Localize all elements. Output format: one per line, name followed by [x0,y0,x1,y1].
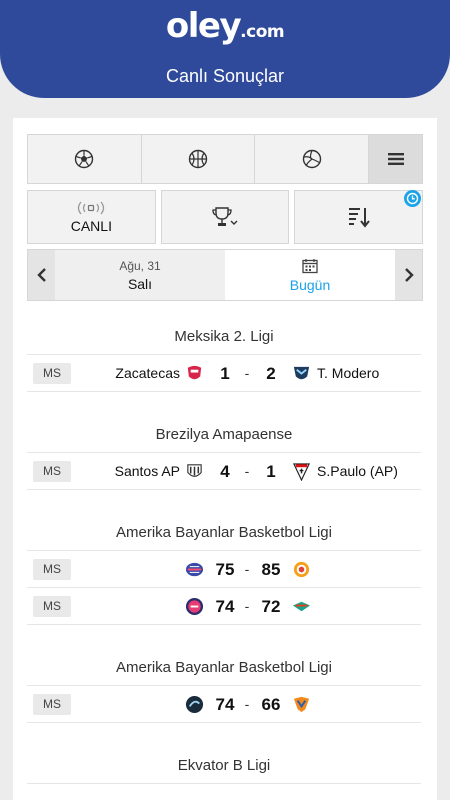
previous-day-name: Salı [127,275,153,292]
clock-badge [404,190,422,207]
today-tab[interactable]: Bugün [225,250,395,300]
tab-volleyball[interactable] [255,135,370,183]
league-section: Amerika Bayanlar Basketbol Ligi MS 75 - … [27,515,421,625]
chevron-right-icon [404,268,414,282]
tab-basketball[interactable] [141,135,256,183]
hamburger-menu-icon [387,153,404,165]
filter-toolbar: CANLI [27,190,424,244]
live-label: CANLI [70,218,112,234]
volleyball-icon [302,149,321,169]
sort-icon [348,208,370,228]
app-header: oley.com Canlı Sonuçlar [0,0,450,98]
league-title[interactable]: Brezilya Amapaense [27,417,421,453]
away-team: T. Modero [317,365,380,381]
zacatecas-team-logo-icon [187,365,202,380]
score-separator: - [244,463,250,479]
league-title[interactable]: Meksika 2. Ligi [27,319,421,355]
match-status: MS [33,694,71,715]
live-button[interactable]: CANLI [27,190,156,244]
previous-date: Ağu, 31 [119,258,161,273]
league-section: Meksika 2. Ligi MS Zacatecas 1 - 2 T. Mo… [27,319,421,392]
league-section: Ekvator B Ligi [27,748,421,784]
match-row[interactable]: MS Zacatecas 1 - 2 T. Modero [27,355,421,392]
tab-soccer[interactable] [28,135,142,183]
away-score: 66 [261,695,281,714]
trophy-dropdown-icon [212,207,238,226]
match-row[interactable]: MS 75 - 85 [27,551,421,588]
match-row[interactable]: MS 74 - 72 [27,588,421,625]
away-score: 72 [261,597,281,616]
away-score: 2 [266,364,276,383]
basketball-icon [188,149,208,169]
league-title[interactable]: Ekvator B Ligi [27,748,421,784]
league-section: Brezilya Amapaense MS Santos AP 4 - 1 S.… [27,417,421,490]
match-row[interactable]: MS 74 - 66 [27,686,421,723]
home-team-logo-icon [185,562,204,577]
home-team-logo-icon [185,695,204,714]
t-modero-team-logo-icon [293,366,310,380]
home-team: Zacatecas [115,365,180,381]
away-score: 85 [261,560,281,579]
calendar-icon [302,258,318,273]
league-filter-button[interactable] [160,190,290,244]
date-navigator: Ağu, 31 Salı Bugün [27,249,423,301]
results-card: CANLI Ağu, 31 Salı Bugün Meksika 2. Ligi… [13,118,437,800]
oley-logo: oley.com [0,6,450,46]
match-status: MS [33,559,71,580]
logo-main: oley [165,6,242,46]
score-separator: - [244,561,250,577]
clock-icon [406,192,419,205]
league-title[interactable]: Amerika Bayanlar Basketbol Ligi [27,515,421,551]
match-status: MS [33,363,71,384]
sao-paulo-team-logo-icon [293,463,310,481]
match-status: MS [33,596,71,617]
home-team-logo-icon [185,597,204,616]
soccer-ball-icon [75,149,94,169]
home-score: 4 [220,462,230,481]
logo-domain: .com [240,22,285,42]
league-title[interactable]: Amerika Bayanlar Basketbol Ligi [27,650,421,686]
match-status: MS [33,461,71,482]
away-team-logo-icon [293,696,310,713]
home-score: 75 [215,560,235,579]
tab-menu[interactable] [369,135,423,183]
chevron-left-icon [36,268,46,282]
match-row[interactable]: MS Santos AP 4 - 1 S.Paulo (AP) [27,453,421,490]
home-score: 1 [220,364,230,383]
home-team: Santos AP [114,463,180,479]
previous-day[interactable]: Ağu, 31 Salı [55,250,225,300]
score-separator: - [244,365,250,381]
page-title: Canlı Sonuçlar [165,66,285,86]
sort-button[interactable] [294,190,424,244]
score-separator: - [244,598,250,614]
score-separator: - [244,696,250,712]
away-score: 1 [266,462,276,481]
away-team: S.Paulo (AP) [317,463,398,479]
home-score: 74 [215,695,235,714]
next-date-button[interactable] [395,250,422,300]
live-broadcast-icon [78,201,105,215]
prev-date-button[interactable] [28,250,55,300]
today-label: Bugün [289,276,331,293]
league-section: Amerika Bayanlar Basketbol Ligi MS 74 - … [27,650,421,723]
home-score: 74 [215,597,235,616]
away-team-logo-icon [292,601,311,612]
santos-team-logo-icon [187,464,202,477]
away-team-logo-icon [293,561,310,578]
sport-tabs [27,134,423,184]
